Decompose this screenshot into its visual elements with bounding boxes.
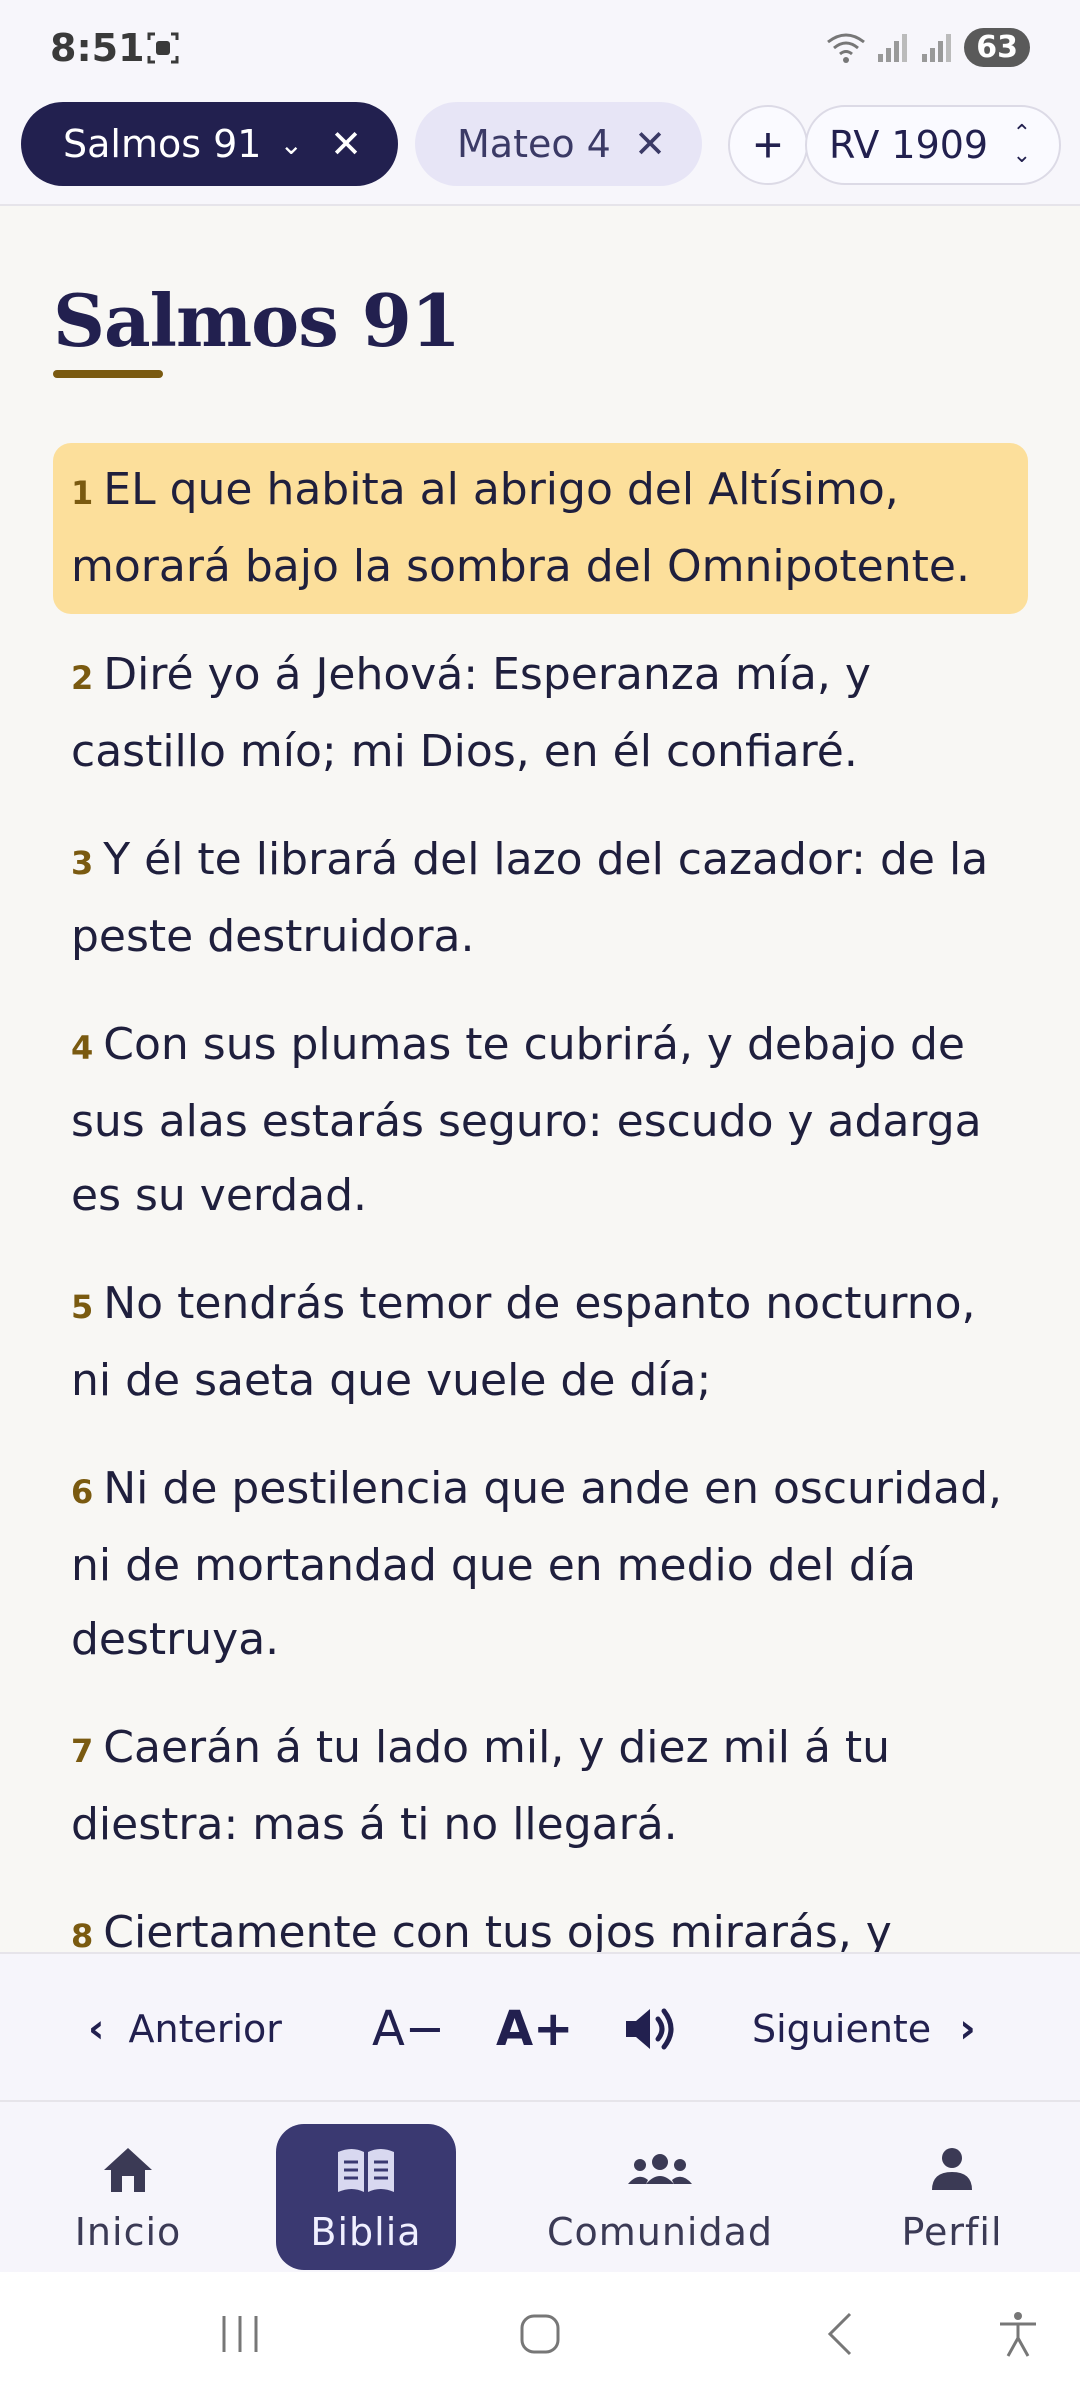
previous-label: Anterior: [128, 2007, 282, 2051]
home-icon: [104, 2148, 152, 2192]
nav-label: Inicio: [74, 2210, 182, 2254]
wifi-icon: [827, 33, 866, 63]
next-chapter-button[interactable]: Siguiente ›: [752, 1954, 976, 2104]
verse-text: Ciertamente con tus ojos mirarás, y verá…: [103, 1907, 892, 1952]
group-icon: [628, 2154, 692, 2184]
verse[interactable]: 2 Diré yo á Jehová: Esperanza mía, y cast…: [53, 628, 1028, 799]
verse-number: 7: [71, 1732, 94, 1770]
tab-salmos-91[interactable]: Salmos 91 ⌄ ✕: [21, 102, 398, 186]
nav-biblia[interactable]: Biblia: [276, 2124, 456, 2270]
screen-record-icon: [147, 32, 179, 64]
speaker-icon: [626, 2008, 674, 2050]
verse-number: 5: [71, 1288, 94, 1326]
unfold-icon: ⌃ ⌄: [1012, 121, 1031, 168]
back-button-icon[interactable]: [820, 2310, 860, 2358]
close-tab-icon[interactable]: ✕: [634, 122, 666, 166]
version-label: RV 1909: [829, 123, 989, 167]
reading-area[interactable]: Salmos 91 1 EL que habita al abrigo del A…: [0, 206, 1080, 1952]
person-icon: [932, 2148, 972, 2190]
reader-toolbar: ‹ Anterior A− A+ Siguiente ›: [0, 1952, 1080, 2102]
verse[interactable]: 3Y él te librará del lazo del cazador: d…: [53, 813, 1028, 984]
verse[interactable]: 7 Caerán á tu lado mil, y diez mil á tu d…: [53, 1701, 1028, 1872]
nav-label: Perfil: [901, 2210, 1003, 2254]
verse-text: Diré yo á Jehová: Esperanza mía, y casti…: [71, 649, 871, 777]
verse-number: 3: [71, 844, 94, 882]
add-tab-button[interactable]: +: [728, 105, 808, 185]
verse-list: 1 EL que habita al abrigo del Altísimo, m…: [53, 443, 1028, 1952]
verse-number: 4: [71, 1029, 94, 1067]
verse-text: No tendrás temor de espanto nocturno, ni…: [71, 1278, 976, 1406]
signal-roaming-icon: [922, 33, 952, 62]
bottom-nav: Inicio Biblia Comunidad Perfil: [0, 2102, 1080, 2272]
verse-text: Ni de pestilencia que ande en oscuridad,…: [71, 1463, 1003, 1665]
tab-mateo-4[interactable]: Mateo 4 ✕: [415, 102, 702, 186]
verse-number: 6: [71, 1473, 94, 1511]
verse-text: EL que habita al abrigo del Altísimo, mo…: [71, 464, 970, 592]
chevron-right-icon: ›: [959, 2006, 976, 2052]
chapter-title: Salmos 91: [53, 278, 461, 363]
decrease-font-button[interactable]: A−: [372, 1954, 445, 2104]
nav-perfil[interactable]: Perfil: [862, 2124, 1042, 2274]
signal-icon: [878, 33, 908, 62]
increase-font-button[interactable]: A+: [496, 1954, 573, 2104]
tabs-row: Salmos 91 ⌄ ✕ Mateo 4 ✕ + RV 1909 ⌃ ⌄: [0, 98, 1080, 206]
verse[interactable]: 8 Ciertamente con tus ojos mirarás, y ver…: [53, 1886, 1028, 1952]
font-increase-label: A+: [496, 2001, 574, 2057]
system-nav-bar: [0, 2272, 1080, 2400]
tab-label: Salmos 91: [63, 122, 262, 166]
recent-apps-icon[interactable]: [218, 2310, 262, 2358]
verse-text: Con sus plumas te cubrirá, y debajo de s…: [71, 1019, 982, 1221]
verse-number: 8: [71, 1917, 94, 1952]
next-label: Siguiente: [752, 2007, 932, 2051]
verse-number: 2: [71, 659, 94, 697]
tab-label: Mateo 4: [457, 122, 611, 166]
battery-indicator: 63: [964, 28, 1030, 67]
verse-number: 1: [71, 474, 94, 512]
verse-text: Y él te librará del lazo del cazador: de…: [71, 834, 989, 962]
nav-comunidad[interactable]: Comunidad: [540, 2124, 780, 2274]
chevron-down-icon[interactable]: ⌄: [279, 128, 302, 161]
verse[interactable]: 6 Ni de pestilencia que ande en oscuridad…: [53, 1442, 1028, 1687]
verse[interactable]: 4 Con sus plumas te cubrirá, y debajo de …: [53, 998, 1028, 1243]
status-icons: 63: [826, 28, 1030, 67]
verse[interactable]: 5 No tendrás temor de espanto nocturno, n…: [53, 1257, 1028, 1428]
home-button-icon[interactable]: [516, 2310, 564, 2358]
nav-inicio[interactable]: Inicio: [38, 2124, 218, 2274]
audio-button[interactable]: [622, 1954, 678, 2104]
close-tab-icon[interactable]: ✕: [330, 122, 362, 166]
nav-label: Biblia: [310, 2210, 422, 2254]
status-time: 8:51: [50, 26, 145, 70]
verse-text: Caerán á tu lado mil, y diez mil á tu di…: [71, 1722, 891, 1850]
plus-icon: +: [753, 117, 783, 173]
title-underline: [53, 370, 163, 378]
font-decrease-label: A−: [372, 2001, 446, 2057]
previous-chapter-button[interactable]: ‹ Anterior: [88, 1954, 282, 2104]
nav-label: Comunidad: [546, 2210, 774, 2254]
verse[interactable]: 1 EL que habita al abrigo del Altísimo, m…: [53, 443, 1028, 614]
accessibility-icon[interactable]: [996, 2310, 1040, 2358]
status-bar: 8:51 63: [0, 0, 1080, 98]
chevron-left-icon: ‹: [88, 2006, 105, 2052]
version-select[interactable]: RV 1909 ⌃ ⌄: [805, 105, 1061, 185]
book-icon: [338, 2149, 394, 2192]
